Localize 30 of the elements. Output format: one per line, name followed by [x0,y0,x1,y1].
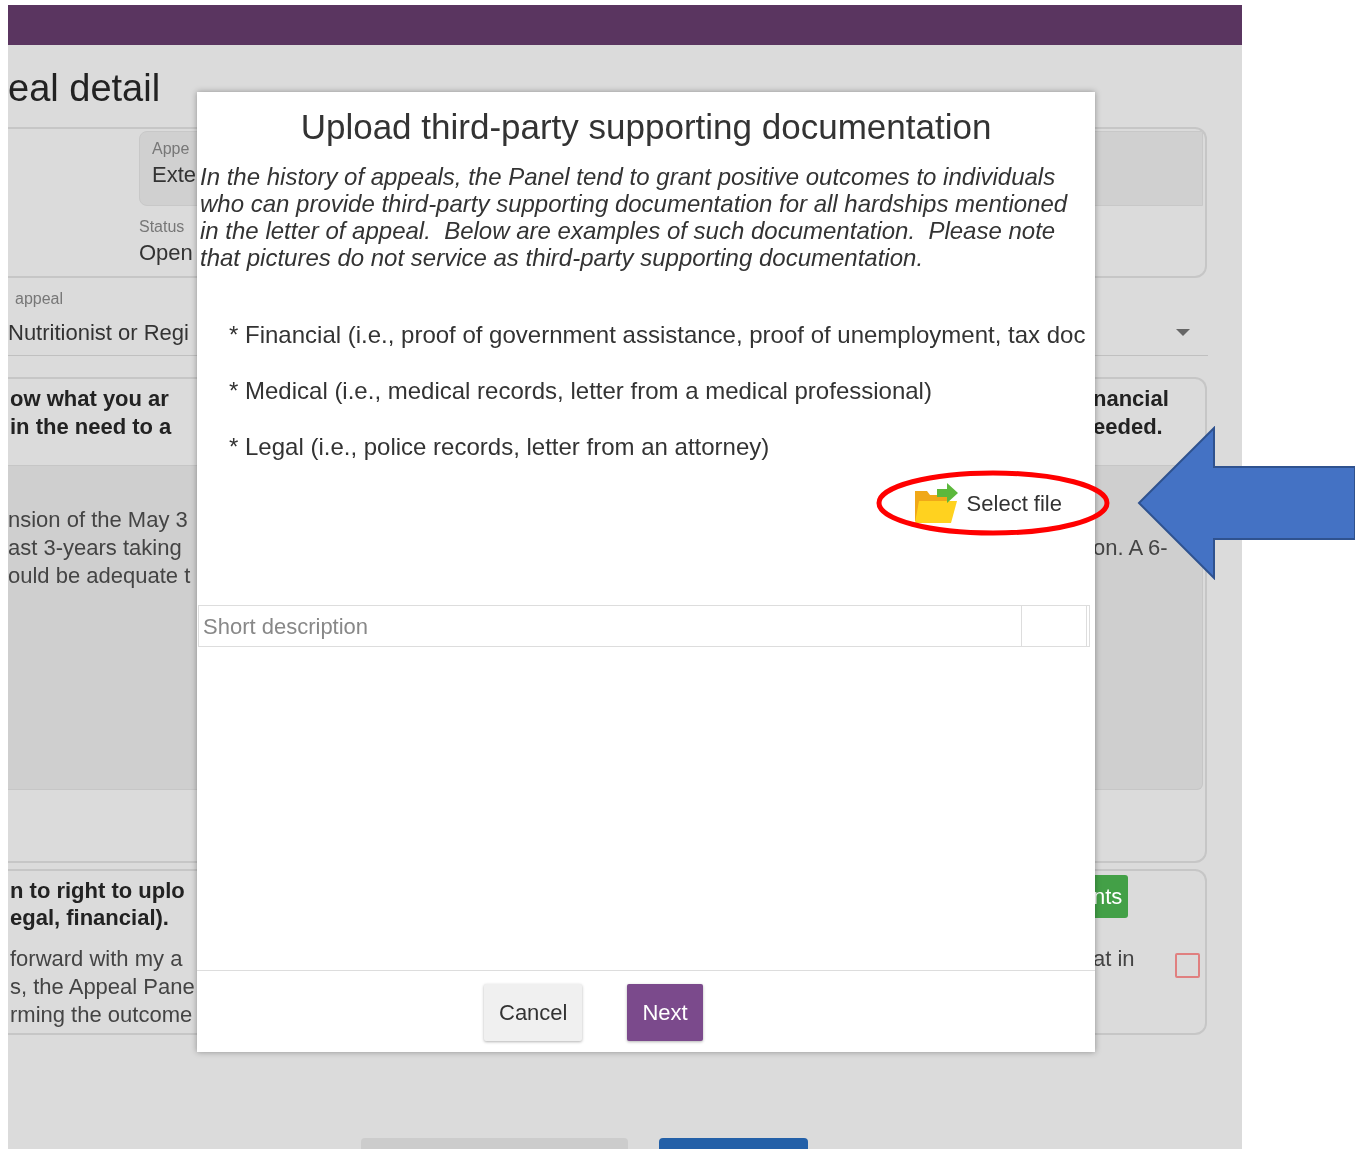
select-value: Nutritionist or Regi [8,319,189,347]
cancel-button[interactable]: Cancel [484,984,583,1041]
question-text: n to right to uplo [10,877,186,904]
intro-paragraph: In the history of appeals, the Panel tend to grant positive outcomes to individuals who can provide third-party supporting documentation for all hardships mentioned in the letter of appeal. Below are examples of such documentation. Please note that pictures do not service as third-party supporting documentation. [200,163,1069,271]
agreement-text: s, the Appeal Pane [10,974,195,999]
select-label: appeal [15,289,64,309]
example-item: * Medical (i.e., medical records, letter from a medical professional) [229,376,933,406]
question-text: egal, financial). [10,904,170,931]
agree-checkbox[interactable] [1175,953,1200,978]
answer-text: ould be adequate t [8,563,191,588]
answer-text: nsion of the May 3 [8,507,188,532]
field-value: Exte [152,161,197,189]
question-text: eeded. [1093,413,1163,440]
status-label: Status [139,217,185,237]
agreement-text: forward with my a [10,946,183,971]
question-text: ow what you ar [10,386,169,411]
agreement-text: rming the outcome [10,1002,193,1027]
next-button[interactable]: Next [627,984,703,1041]
caret-icon [1176,329,1190,337]
dialog-title: Upload third-party supporting documentation [299,107,993,147]
field-label: Appe [152,139,190,159]
example-item: * Financial (i.e., proof of government assistance, proof of unemployment, tax doc [229,320,1087,350]
status-value: Open [139,239,193,267]
agreement-text: at in [1093,945,1135,972]
page-title: eal detail [8,66,162,111]
example-item: * Legal (i.e., police records, letter from an attorney) [229,432,771,462]
question-text: nancial [1093,385,1169,412]
folder-icon [912,481,959,525]
answer-text: ast 3-years taking [8,535,182,560]
question-text: in the need to a [10,414,172,439]
